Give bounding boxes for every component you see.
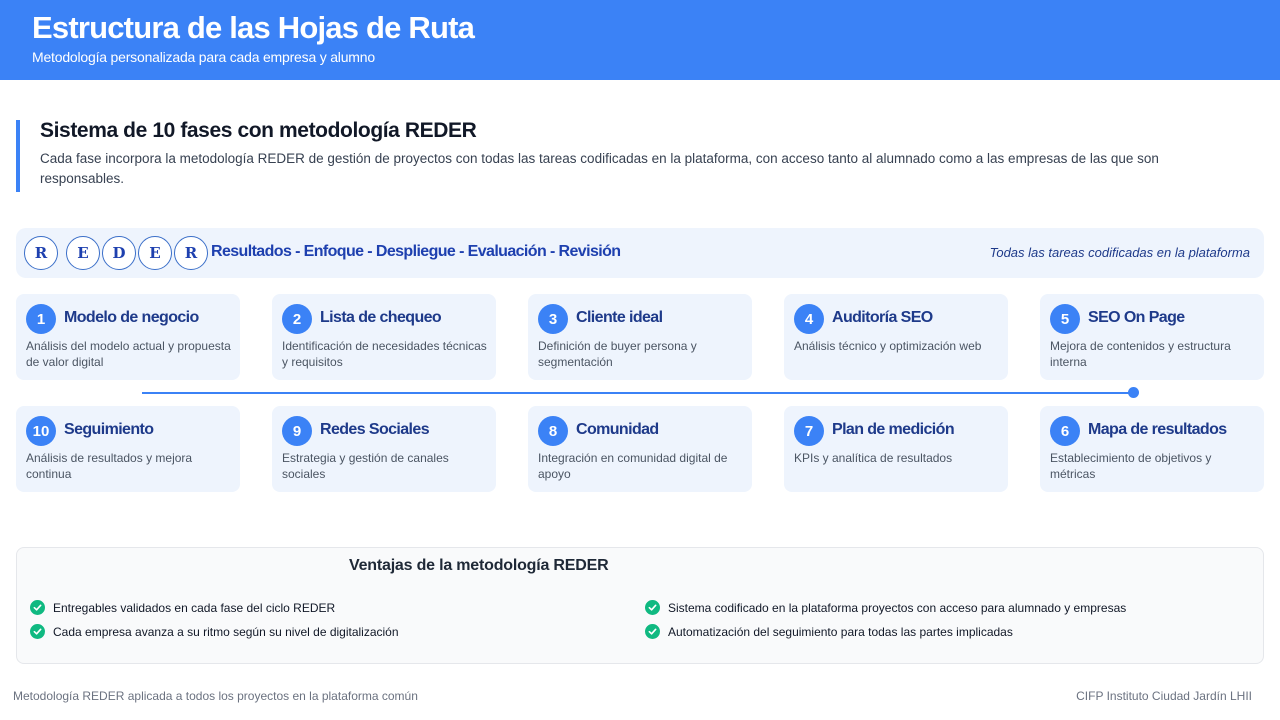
reder-label: Resultados - Enfoque - Despliegue - Eval…	[211, 243, 621, 260]
phase-number: 9	[282, 416, 312, 446]
intro-section: Sistema de 10 fases con metodología REDE…	[16, 119, 1216, 192]
phase-card-8: 8 Comunidad Integración en comunidad dig…	[528, 406, 752, 492]
phase-number: 4	[794, 304, 824, 334]
phase-title: SEO On Page	[1088, 309, 1185, 326]
benefits-title: Ventajas de la metodología REDER	[349, 557, 609, 574]
phase-description: Estrategia y gestión de canales sociales	[282, 451, 449, 481]
phase-title: Modelo de negocio	[64, 309, 199, 326]
phase-number: 7	[794, 416, 824, 446]
phase-card-5: 5 SEO On Page Mejora de contenidos y est…	[1040, 294, 1264, 380]
phase-description: Mejora de contenidos y estructura intern…	[1050, 339, 1231, 369]
check-icon	[30, 624, 45, 639]
check-icon	[645, 600, 660, 615]
phase-description: Análisis técnico y optimización web	[794, 339, 982, 353]
phase-number: 2	[282, 304, 312, 334]
phase-card-4: 4 Auditoría SEO Análisis técnico y optim…	[784, 294, 1008, 380]
benefit-text: Entregables validados en cada fase del c…	[53, 600, 336, 615]
phase-description: Integración en comunidad digital de apoy…	[538, 451, 728, 481]
phase-title: Redes Sociales	[320, 421, 430, 438]
reder-letter-e: E	[66, 236, 100, 270]
phase-number: 6	[1050, 416, 1080, 446]
phase-description: Análisis de resultados y mejora continua	[26, 451, 193, 481]
timeline-line	[142, 392, 1134, 394]
phase-description: KPIs y analítica de resultados	[794, 451, 953, 465]
phase-number: 8	[538, 416, 568, 446]
intro-title: Sistema de 10 fases con metodología REDE…	[40, 119, 477, 142]
phase-card-1: 1 Modelo de negocio Análisis del modelo …	[16, 294, 240, 380]
phase-number: 5	[1050, 304, 1080, 334]
phase-card-2: 2 Lista de chequeo Identificación de nec…	[272, 294, 496, 380]
phase-card-9: 9 Redes Sociales Estrategia y gestión de…	[272, 406, 496, 492]
phase-number: 1	[26, 304, 56, 334]
footer-institution: CIFP Instituto Ciudad Jardín LHII	[1076, 689, 1252, 703]
benefit-text: Cada empresa avanza a su ritmo según su …	[53, 624, 399, 639]
reder-letter-e2: E	[138, 236, 172, 270]
slide: Estructura de las Hojas de Ruta Metodolo…	[0, 0, 1280, 720]
reder-letter-r: R	[24, 236, 58, 270]
phase-title: Mapa de resultados	[1088, 421, 1227, 438]
timeline-dot	[1128, 387, 1139, 398]
benefit-text: Automatización del seguimiento para toda…	[668, 624, 1013, 639]
phase-title: Cliente ideal	[576, 309, 663, 326]
phase-card-7: 7 Plan de medición KPIs y analítica de r…	[784, 406, 1008, 492]
phase-number: 10	[26, 416, 56, 446]
phase-title: Auditoría SEO	[832, 309, 933, 326]
reder-letter-r2: R	[174, 236, 208, 270]
phase-card-6: 6 Mapa de resultados Establecimiento de …	[1040, 406, 1264, 492]
phase-number: 3	[538, 304, 568, 334]
phase-title: Lista de chequeo	[320, 309, 442, 326]
reder-letter-d: D	[102, 236, 136, 270]
benefit-item: Entregables validados en cada fase del c…	[30, 600, 335, 615]
phase-title: Comunidad	[576, 421, 659, 438]
phase-card-3: 3 Cliente ideal Definición de buyer pers…	[528, 294, 752, 380]
page-subtitle: Metodología personalizada para cada empr…	[32, 49, 375, 65]
phase-card-10: 10 Seguimiento Análisis de resultados y …	[16, 406, 240, 492]
check-icon	[30, 600, 45, 615]
phase-description: Análisis del modelo actual y propuesta d…	[26, 339, 231, 369]
footer-note: Metodología REDER aplicada a todos los p…	[13, 689, 418, 703]
phase-description: Establecimiento de objetivos y métricas	[1050, 451, 1212, 481]
benefit-text: Sistema codificado en la plataforma proy…	[668, 600, 1127, 615]
page-title: Estructura de las Hojas de Ruta	[32, 10, 475, 45]
phase-title: Seguimiento	[64, 421, 154, 438]
benefit-item: Sistema codificado en la plataforma proy…	[645, 600, 1126, 615]
benefit-item: Automatización del seguimiento para toda…	[645, 624, 1013, 639]
phase-description: Identificación de necesidades técnicas y…	[282, 339, 487, 369]
benefit-item: Cada empresa avanza a su ritmo según su …	[30, 624, 399, 639]
intro-text: Cada fase incorpora la metodología REDER…	[40, 151, 1159, 186]
phase-description: Definición de buyer persona y segmentaci…	[538, 339, 697, 369]
reder-bar: R E D E R Resultados - Enfoque - Desplie…	[16, 228, 1264, 278]
header-banner: Estructura de las Hojas de Ruta Metodolo…	[0, 0, 1280, 80]
benefits-panel: Ventajas de la metodología REDER Entrega…	[16, 547, 1264, 664]
reder-note: Todas las tareas codificadas en la plata…	[989, 245, 1250, 260]
check-icon	[645, 624, 660, 639]
phase-title: Plan de medición	[832, 421, 955, 438]
